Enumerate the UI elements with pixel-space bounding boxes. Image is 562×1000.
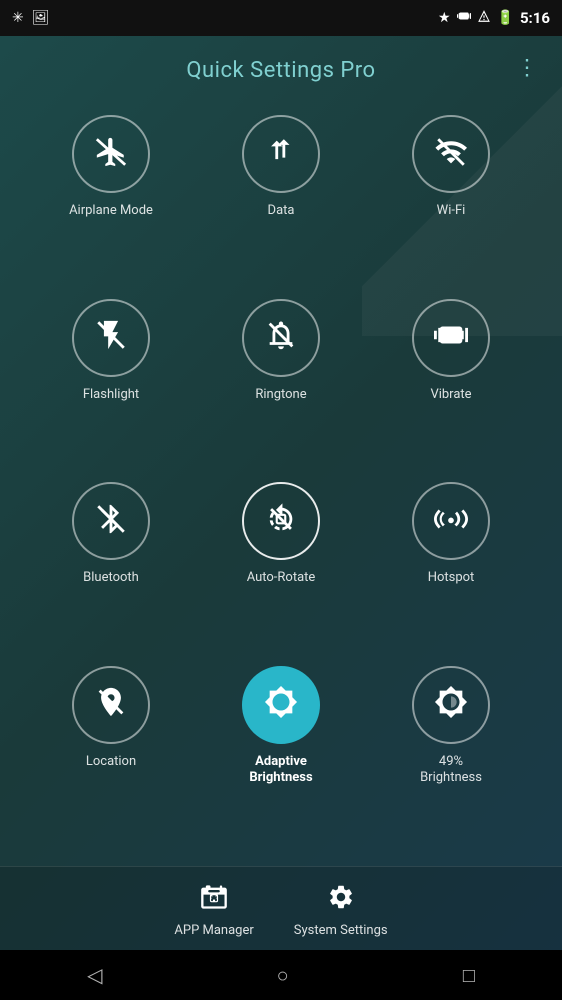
hotspot-icon <box>434 502 468 541</box>
adaptive-brightness-icon <box>264 685 298 724</box>
data-icon <box>264 135 298 174</box>
tile-vibrate[interactable]: Vibrate <box>370 299 532 467</box>
tile-flashlight[interactable]: Flashlight <box>30 299 192 467</box>
ringtone-icon <box>264 318 298 357</box>
tile-circle-bluetooth <box>72 482 150 560</box>
tile-label-ringtone: Ringtone <box>255 387 306 404</box>
tile-circle-ringtone <box>242 299 320 377</box>
tile-data[interactable]: Data <box>200 115 362 283</box>
nav-home-button[interactable]: ○ <box>253 955 313 996</box>
star-icon: ★ <box>438 10 451 26</box>
tile-label-data: Data <box>268 203 295 220</box>
tile-auto-rotate[interactable]: Auto-Rotate <box>200 482 362 650</box>
tile-circle-brightness <box>412 666 490 744</box>
tile-circle-flashlight <box>72 299 150 377</box>
nav-back-button[interactable]: ◁ <box>63 955 126 995</box>
tile-label-vibrate: Vibrate <box>430 387 471 404</box>
tile-hotspot[interactable]: Hotspot <box>370 482 532 650</box>
system-settings-label: System Settings <box>294 923 388 938</box>
tile-circle-airplane-mode <box>72 115 150 193</box>
vibrate-icon <box>457 9 471 27</box>
tile-bluetooth[interactable]: Bluetooth <box>30 482 192 650</box>
tile-label-bluetooth: Bluetooth <box>83 570 139 587</box>
tile-label-auto-rotate: Auto-Rotate <box>247 570 316 587</box>
tile-circle-auto-rotate <box>242 482 320 560</box>
vibrate-tile-icon <box>434 318 468 357</box>
app-manager-icon <box>200 883 228 917</box>
more-menu-button[interactable]: ⋮ <box>508 47 546 88</box>
status-bar-right: ★ 🔋 5:16 <box>438 9 550 27</box>
system-settings-icon <box>327 883 355 917</box>
flashlight-icon <box>94 318 128 357</box>
header: Quick Settings Pro ⋮ <box>0 36 562 99</box>
tile-label-hotspot: Hotspot <box>428 570 475 587</box>
nav-bar: ◁ ○ □ <box>0 950 562 1000</box>
tile-circle-wifi <box>412 115 490 193</box>
tile-label-adaptive-brightness: AdaptiveBrightness <box>249 754 312 788</box>
bottom-bar: APP Manager System Settings <box>0 866 562 950</box>
battery-icon: 🔋 <box>497 10 514 26</box>
brightness-icon <box>434 685 468 724</box>
bluetooth-icon <box>94 502 128 541</box>
airplane-mode-icon <box>94 135 128 174</box>
status-time: 5:16 <box>520 9 550 27</box>
snow-icon: ✳ <box>12 10 24 26</box>
tile-circle-location <box>72 666 150 744</box>
system-settings-button[interactable]: System Settings <box>294 883 388 938</box>
tile-airplane-mode[interactable]: Airplane Mode <box>30 115 192 283</box>
app-manager-button[interactable]: APP Manager <box>174 883 253 938</box>
tile-wifi[interactable]: Wi-Fi <box>370 115 532 283</box>
app-manager-label: APP Manager <box>174 923 253 938</box>
page-title: Quick Settings Pro <box>186 58 375 83</box>
tile-circle-adaptive-brightness <box>242 666 320 744</box>
tile-circle-data <box>242 115 320 193</box>
tile-label-location: Location <box>86 754 136 771</box>
nav-recent-button[interactable]: □ <box>439 955 499 996</box>
tile-adaptive-brightness[interactable]: AdaptiveBrightness <box>200 666 362 850</box>
auto-rotate-icon <box>264 502 298 541</box>
image-icon: 🖼 <box>32 10 50 26</box>
no-signal-icon <box>477 9 491 27</box>
tiles-grid: Airplane Mode Data Wi-Fi <box>0 99 562 866</box>
main-content: Quick Settings Pro ⋮ Airplane Mode Data <box>0 36 562 950</box>
status-bar: ✳ 🖼 ★ 🔋 5:16 <box>0 0 562 36</box>
tile-label-wifi: Wi-Fi <box>437 203 466 220</box>
tile-circle-vibrate <box>412 299 490 377</box>
tile-location[interactable]: Location <box>30 666 192 850</box>
tile-label-airplane-mode: Airplane Mode <box>69 203 153 220</box>
tile-label-flashlight: Flashlight <box>83 387 139 404</box>
location-icon <box>94 685 128 724</box>
tile-ringtone[interactable]: Ringtone <box>200 299 362 467</box>
wifi-icon <box>434 135 468 174</box>
tile-brightness[interactable]: 49%Brightness <box>370 666 532 850</box>
tile-label-brightness: 49%Brightness <box>420 754 482 788</box>
tile-circle-hotspot <box>412 482 490 560</box>
status-bar-left: ✳ 🖼 <box>12 10 50 26</box>
